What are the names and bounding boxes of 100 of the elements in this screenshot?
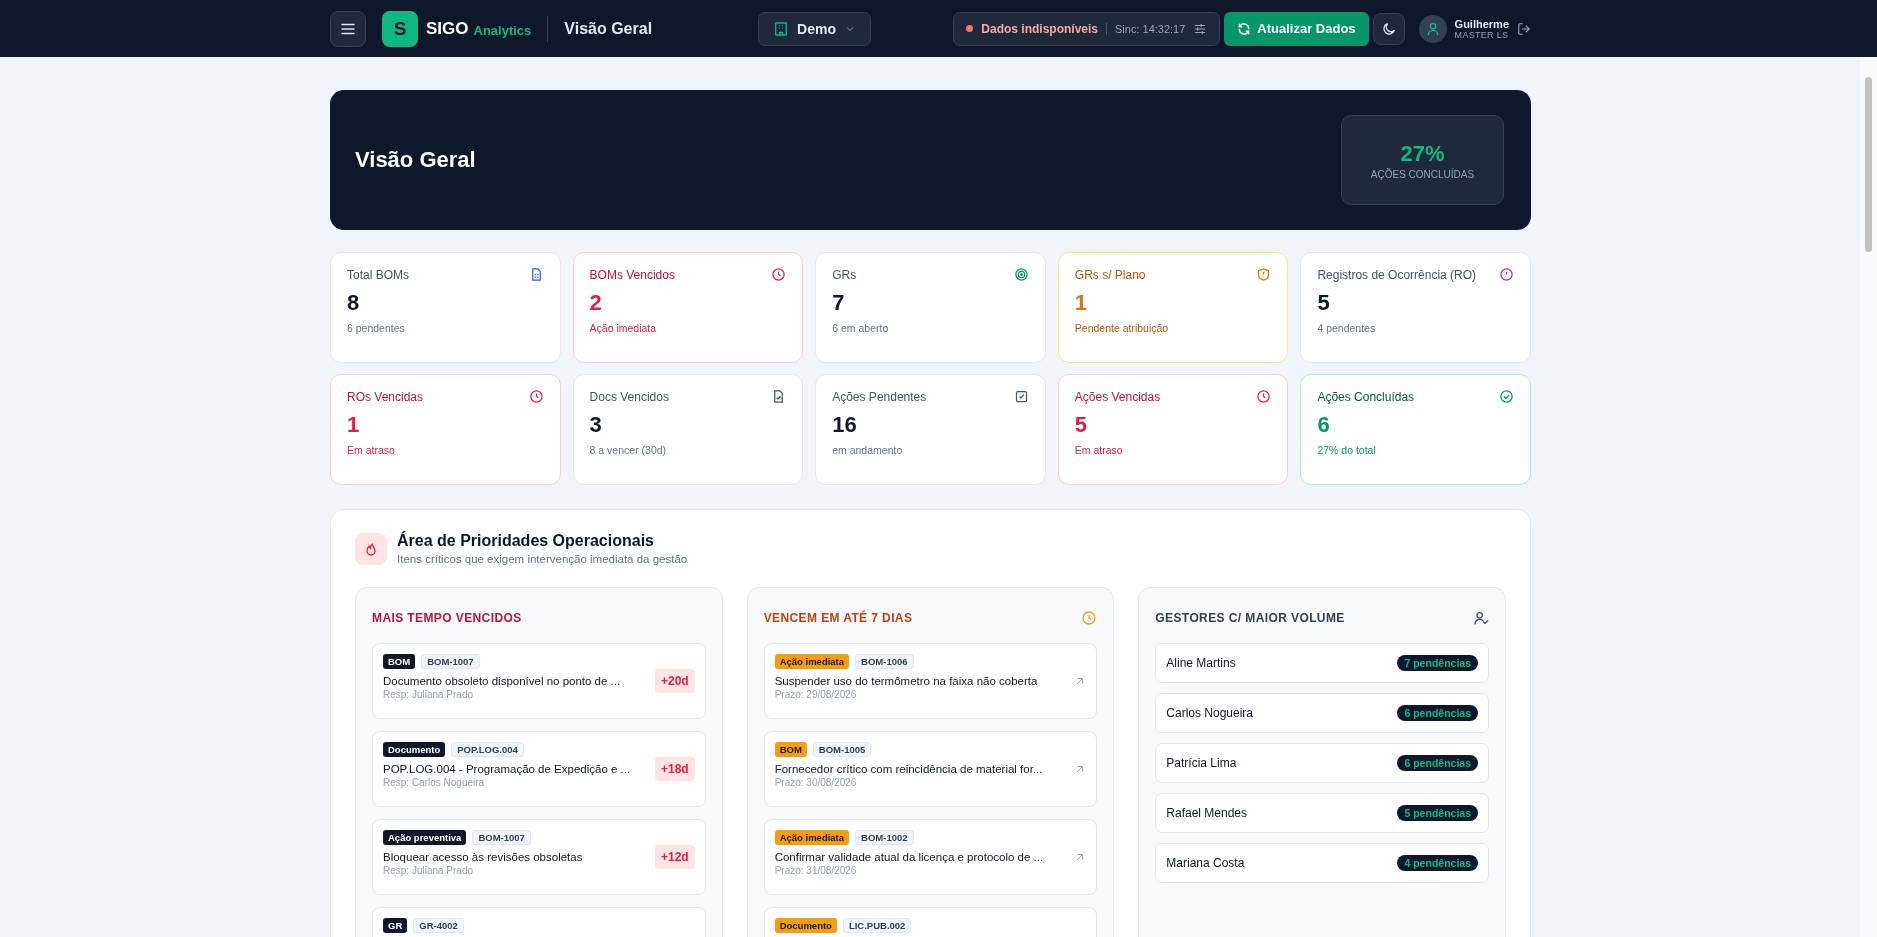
manager-row[interactable]: Carlos Nogueira 6 pendências	[1155, 693, 1489, 733]
stat-value: 3	[589, 412, 602, 438]
column-title: GESTORES C/ MAIOR VOLUME	[1155, 611, 1345, 625]
refresh-icon	[1237, 21, 1252, 36]
user-check-icon	[1473, 610, 1489, 626]
item-title: Confirmar validade atual da licença e protocolo de ...	[774, 851, 1044, 863]
stat-value: 1	[347, 412, 360, 438]
manager-row[interactable]: Mariana Costa 4 pendências	[1155, 843, 1489, 883]
menu-button[interactable]	[330, 10, 366, 47]
code-tag: BOM-1005	[812, 742, 872, 757]
type-tag: GR	[383, 918, 408, 933]
item-title: POP.LOG.004 - Programação de Expedição e ...	[383, 763, 631, 775]
type-tag: Ação imediata	[774, 830, 850, 845]
logo: S	[382, 10, 418, 47]
priority-item[interactable]: BOM BOM-1007 Documento obsoleto disponível no ponto de ... Resp: Juliana Prado +20d	[372, 643, 706, 719]
logout-icon[interactable]	[1517, 21, 1531, 36]
metric-label: AÇÕES CONCLUÍDAS	[1370, 168, 1475, 180]
pending-count: 6 pendências	[1397, 755, 1478, 771]
stat-title: Ações Concluídas	[1317, 389, 1415, 404]
overdue-days: +18d	[654, 757, 695, 781]
manager-row[interactable]: Patrícia Lima 6 pendências	[1155, 743, 1489, 783]
manager-row[interactable]: Rafael Mendes 5 pendências	[1155, 793, 1489, 833]
item-detail: Prazo: 29/08/2026	[774, 689, 857, 700]
stat-title: Registros de Ocorrência (RO)	[1317, 267, 1477, 282]
page-title: Visão Geral	[564, 19, 653, 38]
code-tag: LIC.PUB.002	[842, 918, 912, 933]
clock-icon	[1081, 610, 1098, 626]
sync-time: Sinc: 14:32:17	[1115, 22, 1186, 35]
stat-title: Ações Vencidas	[1074, 389, 1161, 404]
check-circle-icon	[1499, 389, 1514, 404]
brand-suffix: Analytics	[473, 22, 532, 38]
item-title: Bloquear acesso às revisões obsoletas	[383, 851, 583, 863]
stat-title: Total BOMs	[347, 267, 409, 282]
overdue-days: +12d	[654, 845, 695, 869]
metric-value: 27%	[1400, 140, 1445, 167]
column-title: MAIS TEMPO VENCIDOS	[372, 611, 522, 625]
user-role: MASTER LS	[1454, 29, 1509, 40]
hero-title: Visão Geral	[355, 147, 476, 173]
workspace-dropdown[interactable]: Demo	[758, 11, 871, 46]
priority-item[interactable]: Ação preventiva BOM-1007 Bloquear acesso às revisões obsoletas Resp: Juliana Prado +12d	[372, 819, 706, 895]
scrollbar[interactable]	[1860, 57, 1877, 937]
item-detail: Resp: Juliana Prado	[383, 865, 474, 876]
stat-note: 8 a vencer (30d)	[589, 444, 667, 456]
clock-icon	[771, 267, 787, 282]
clock-icon	[528, 389, 544, 404]
sliders-icon[interactable]	[1193, 21, 1208, 36]
stat-value: 7	[832, 290, 845, 316]
stat-title: ROs Vencidas	[347, 389, 424, 404]
item-title: Documento obsoleto disponível no ponto de ...	[383, 675, 621, 687]
code-tag: BOM-1002	[855, 830, 914, 845]
stat-note: em andamento	[832, 444, 903, 456]
flame-icon	[355, 532, 387, 565]
priority-item[interactable]: Documento LIC.PUB.002	[763, 907, 1098, 937]
priority-item[interactable]: GR GR-4002	[372, 907, 706, 937]
manager-name: Carlos Nogueira	[1166, 706, 1254, 720]
code-tag: GR-4002	[413, 918, 464, 933]
pending-count: 5 pendências	[1397, 805, 1478, 821]
avatar[interactable]	[1418, 14, 1447, 43]
stat-note: 6 em aberto	[832, 322, 889, 334]
stat-title: Docs Vencidos	[589, 389, 669, 404]
type-tag: Documento	[774, 918, 837, 933]
section-title: Área de Prioridades Operacionais	[397, 532, 655, 550]
stat-title: GRs	[832, 267, 857, 282]
alert-circle-icon	[1499, 267, 1514, 282]
type-tag: BOM	[774, 742, 807, 757]
user-name: Guilherme	[1454, 17, 1509, 30]
item-detail: Prazo: 30/08/2026	[774, 777, 857, 788]
stat-note: Em atraso	[347, 444, 395, 456]
manager-name: Mariana Costa	[1166, 856, 1245, 870]
stat-note: 27% do total	[1317, 444, 1376, 456]
moon-icon	[1380, 20, 1397, 37]
pending-count: 7 pendências	[1397, 655, 1478, 671]
stat-value: 5	[1317, 290, 1330, 316]
brand-name: SIGO	[426, 18, 469, 39]
manager-row[interactable]: Aline Martins 7 pendências	[1155, 643, 1489, 683]
clock-icon	[1256, 389, 1272, 404]
status-label: Dados indisponíveis	[981, 21, 1098, 36]
theme-toggle[interactable]	[1372, 12, 1405, 45]
section-subtitle: Itens críticos que exigem intervenção imediata da gestão	[397, 553, 688, 565]
check-square-icon	[1013, 389, 1029, 404]
item-detail: Prazo: 31/08/2026	[774, 865, 857, 876]
stat-title: BOMs Vencidos	[589, 267, 675, 282]
stat-value: 8	[347, 290, 360, 316]
code-tag: BOM-1007	[472, 830, 531, 845]
item-detail: Resp: Carlos Nogueira	[383, 777, 485, 788]
priority-item[interactable]: Documento POP.LOG.004 POP.LOG.004 - Programação de Expedição e ... Resp: Carlos Nogueira +18d	[372, 731, 706, 807]
priority-item[interactable]: Ação imediata BOM-1006 Suspender uso do termômetro na faixa não coberta Prazo: 29/08/2026	[763, 643, 1098, 719]
type-tag: Ação imediata	[774, 654, 850, 669]
manager-name: Rafael Mendes	[1166, 806, 1248, 820]
refresh-button[interactable]: Atualizar Dados	[1224, 11, 1369, 46]
item-title: Suspender uso do termômetro na faixa não coberta	[774, 675, 1038, 687]
code-tag: POP.LOG.004	[451, 742, 524, 757]
stat-note: 4 pendentes	[1317, 322, 1376, 334]
priority-item[interactable]: Ação imediata BOM-1002 Confirmar validade atual da licença e protocolo de ... Prazo: 31/08/2026	[763, 819, 1098, 895]
stat-note: Ação imediata	[589, 322, 657, 334]
stat-note: Pendente atribuição	[1074, 322, 1169, 334]
stat-value: 5	[1074, 412, 1088, 438]
priority-item[interactable]: BOM BOM-1005 Fornecedor crítico com reincidência de material for... Prazo: 30/08/2026	[763, 731, 1098, 807]
column-title: VENCEM EM ATÉ 7 DIAS	[763, 611, 913, 625]
stat-value: 2	[589, 290, 602, 316]
